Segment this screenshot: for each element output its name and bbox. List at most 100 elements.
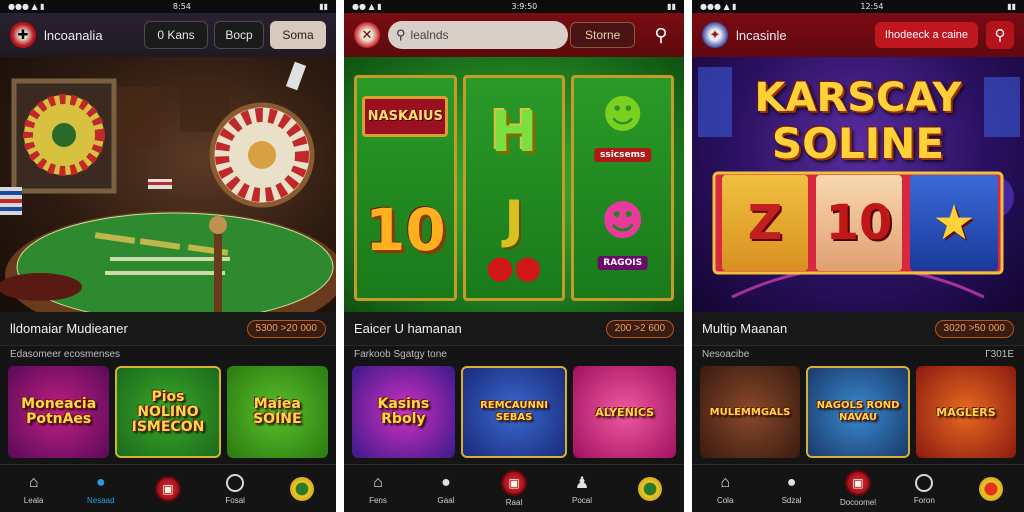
bottom-nav-bar: ⌂ Cola ● Sdzal ▣ Docoomel Foron [692, 464, 1024, 512]
nav-item-coins[interactable] [961, 476, 1021, 501]
nav-item-games[interactable]: Fosal [205, 472, 265, 505]
search-bar[interactable]: ⚲ [388, 21, 568, 49]
game-thumbnail-title: ALYENICS [595, 405, 655, 419]
game-thumbnail[interactable]: Maiea SOINE [226, 366, 328, 458]
fruit-character-icon: ☻ [601, 92, 644, 138]
jackpot-badge[interactable]: 5300 >20 000 [246, 319, 326, 338]
game-thumbnail-title: NAGOLS ROND NAVAU [816, 400, 900, 423]
slot-symbol-j: J [504, 190, 524, 250]
game-info-row: lldomaiar Mudieaner 5300 >20 000 [0, 312, 336, 346]
coin-icon [290, 476, 315, 501]
wallet-icon: ▣ [501, 470, 527, 496]
slot-reel: H J ●● [462, 75, 566, 301]
nav-label: Gaal [437, 496, 455, 505]
jackpot-badge[interactable]: 3020 >50 000 [934, 319, 1014, 338]
section-label: Edasomeer ecosmenses [10, 349, 121, 360]
nav-item-account[interactable]: ● Sdzal [762, 472, 822, 505]
game-thumbnail-title: Pios NOLINO ISMECON [131, 388, 205, 435]
game-thumbnail-title: MAGLERS [936, 405, 996, 419]
game-info-row: Eaicer U hamanan 200 >2 600 [344, 312, 684, 346]
coin-icon [638, 476, 662, 501]
header-button-soma[interactable]: Soma [270, 21, 326, 49]
game-thumbnail[interactable]: Moneacia PotnAes [8, 366, 110, 458]
nav-label: Pocal [571, 496, 592, 505]
game-thumbnail[interactable]: Pios NOLINO ISMECON [115, 366, 221, 458]
game-thumbnail-title: Maiea SOINE [253, 396, 302, 427]
header-button-bocp[interactable]: Bocp [214, 21, 264, 49]
nav-label: Sdzal [781, 496, 802, 505]
search-icon[interactable]: ⚲ [986, 21, 1014, 49]
check-casino-button[interactable]: Ihodeeck a caine [874, 22, 978, 48]
home-icon: ⌂ [720, 474, 731, 491]
wallet-icon: ▣ [844, 470, 871, 496]
app-name: lncoanalia [44, 27, 103, 43]
nav-item-wallet[interactable]: ▣ Raal [484, 470, 544, 507]
header-button-kans[interactable]: 0 Kans [144, 21, 208, 49]
nav-item-coins[interactable] [272, 476, 332, 501]
phone-screen-slot-machine: ●● ▲ ▮ 3:9:50 ▮▮ ✕ ⚲ Storne ⚲ NASKAIUS 1… [344, 0, 684, 512]
hero-neon-slot-banner[interactable]: KARSCAY SOLINE Z 10 ★ [692, 57, 1024, 312]
hero-slot-reels[interactable]: NASKAIUS 10 H J ●● ☻ ssicsems ☻ RAGOIS [344, 57, 684, 312]
game-thumbnail-title: Moneacia PotnAes [21, 396, 97, 427]
game-info-row: Multip Maanan 3020 >50 000 [692, 312, 1024, 346]
game-thumbnail[interactable]: NAGOLS ROND NAVAU [806, 366, 910, 458]
nav-item-home[interactable]: ⌂ Fens [348, 472, 408, 505]
store-button[interactable]: Storne [570, 22, 636, 48]
game-thumbnail[interactable]: ALYENICS [573, 366, 677, 458]
nav-label: Leala [23, 496, 44, 505]
app-logo-icon[interactable]: ✕ [354, 22, 380, 48]
game-thumbnail-title: MULEMMGALS [709, 406, 791, 418]
jackpot-badge[interactable]: 200 >2 600 [605, 319, 674, 338]
wallet-icon: ▣ [154, 475, 181, 502]
search-input[interactable] [410, 28, 561, 42]
battery-icon: ▮▮ [667, 2, 676, 11]
see-all-link[interactable]: Г301E [985, 349, 1014, 360]
search-icon[interactable]: ⚲ [648, 22, 674, 48]
nav-label: Nesaad [86, 496, 115, 505]
nav-item-wallet[interactable]: ▣ [138, 475, 198, 502]
pink-character-icon: ☻ [600, 196, 645, 245]
slot-symbol-ten: 10 [364, 196, 446, 264]
user-icon: ● [441, 474, 451, 491]
top-app-bar: ✦ lncasinle Ihodeeck a caine ⚲ [692, 13, 1024, 57]
slot-symbol-label: RAGOIS [597, 256, 649, 270]
game-thumbnail-title: Kasins Rboly [377, 396, 430, 427]
nav-item-wallet[interactable]: ▣ Docoomel [828, 470, 888, 507]
game-title: Eaicer U hamanan [354, 321, 462, 336]
game-thumbnail[interactable]: MAGLERS [916, 366, 1016, 458]
game-title: Multip Maanan [702, 321, 788, 336]
nav-label: Fosal [225, 496, 245, 505]
game-thumbnail[interactable]: MULEMMGALS [700, 366, 800, 458]
game-thumbnail-row: Moneacia PotnAes Pios NOLINO ISMECON Mai… [8, 366, 328, 458]
section-label: Nesoacibe [702, 349, 750, 360]
reel-symbol-z: Z [722, 175, 808, 271]
nav-item-home[interactable]: ⌂ Leala [4, 472, 64, 505]
nav-item-account[interactable]: ● Nesaad [71, 472, 131, 505]
nav-item-coins[interactable] [620, 476, 680, 501]
slot-symbol-banner: NASKAIUS [362, 96, 449, 137]
game-thumbnail-title: REMCAUNNI SEBAS [480, 400, 548, 423]
bottom-nav-bar: ⌂ Fens ● Gaal ▣ Raal ♟ Pocal [344, 464, 684, 512]
nav-label: Fens [369, 496, 387, 505]
reel-symbol-star: ★ [910, 175, 998, 271]
app-logo-icon[interactable]: ✚ [10, 22, 36, 48]
nav-label: Foron [913, 496, 935, 505]
slot-symbol-label: ssicsems [594, 148, 652, 162]
hero-title-line2: SOLINE [771, 119, 945, 168]
nav-item-games[interactable]: Foron [894, 472, 954, 505]
home-icon: ⌂ [373, 474, 383, 491]
person-icon: ♟ [574, 475, 590, 492]
nav-item-home[interactable]: ⌂ Cola [695, 472, 755, 505]
nav-item-profile[interactable]: ♟ Pocal [552, 472, 612, 505]
bottom-nav-bar: ⌂ Leala ● Nesaad ▣ Fosal [0, 464, 336, 512]
nav-item-account[interactable]: ● Gaal [416, 472, 476, 505]
game-thumbnail[interactable]: Kasins Rboly [352, 366, 455, 458]
hero-banner-roulette-table[interactable] [0, 57, 336, 312]
roulette-table-illustration [0, 61, 336, 312]
app-logo-icon[interactable]: ✦ [702, 22, 728, 48]
screenshot-stage: ●●● ▲ ▮ 8:54 ▮▮ ✚ lncoanalia 0 Kans Bocp… [0, 0, 1024, 512]
game-thumbnail[interactable]: REMCAUNNI SEBAS [460, 366, 568, 458]
phone-screen-neon-slots: ●●● ▲ ▮ 12:54 ▮▮ ✦ lncasinle Ihodeeck a … [692, 0, 1024, 512]
circle-icon [224, 472, 246, 494]
status-time: 3:9:50 [511, 2, 538, 11]
